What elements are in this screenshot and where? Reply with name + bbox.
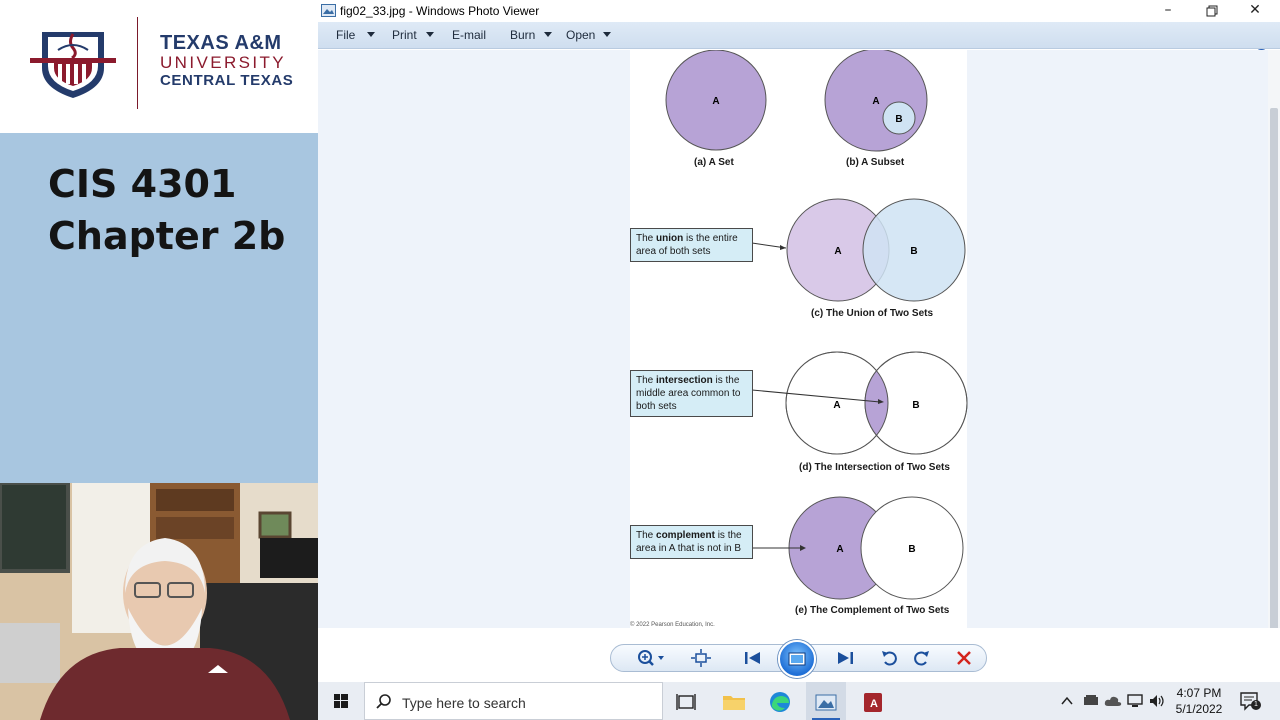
chevron-down-icon[interactable] xyxy=(426,32,434,37)
photo-viewer-taskbar-button[interactable] xyxy=(806,682,846,720)
start-button[interactable] xyxy=(318,682,363,720)
rotate-right-icon[interactable] xyxy=(910,648,932,668)
clock-time: 4:07 PM xyxy=(1176,686,1222,700)
menu-file[interactable]: File xyxy=(336,28,355,42)
presenter-webcam xyxy=(0,483,318,720)
system-clock[interactable]: 4:07 PM 5/1/2022 xyxy=(1170,685,1228,717)
caption-e: (e) The Complement of Two Sets xyxy=(795,605,950,616)
presenter-video-frame xyxy=(0,483,318,720)
cloud-icon[interactable] xyxy=(1104,694,1122,708)
restore-button[interactable] xyxy=(1190,0,1234,22)
photo-viewer-icon xyxy=(815,694,837,711)
label-a: A xyxy=(836,544,843,555)
university-shield-icon xyxy=(30,32,116,98)
menu-open[interactable]: Open xyxy=(566,28,595,42)
windows-logo-icon xyxy=(334,694,348,708)
volume-icon[interactable] xyxy=(1148,693,1166,709)
menu-burn[interactable]: Burn xyxy=(510,28,535,42)
next-icon[interactable] xyxy=(834,648,856,668)
screen: TEXAS A&M UNIVERSITY CENTRAL TEXAS CIS 4… xyxy=(0,0,1280,720)
callout-keyword: union xyxy=(656,233,684,244)
label-b: B xyxy=(895,114,902,125)
actual-size-icon[interactable] xyxy=(690,648,712,668)
window-title: fig02_33.jpg - Windows Photo Viewer xyxy=(340,4,540,18)
access-app-icon[interactable]: A xyxy=(852,685,892,720)
minimize-icon: – xyxy=(1164,2,1172,18)
menu-print[interactable]: Print xyxy=(392,28,417,42)
callout-text: The xyxy=(636,375,657,386)
slide-title: CIS 4301 Chapter 2b xyxy=(48,158,308,262)
label-b: B xyxy=(910,246,917,257)
slide-title-course: CIS 4301 xyxy=(48,162,237,206)
minimize-button[interactable]: – xyxy=(1146,0,1190,22)
photo-viewer-app-icon xyxy=(321,4,336,17)
vertical-scrollbar[interactable] xyxy=(1268,50,1280,656)
action-center-button[interactable]: 1 xyxy=(1238,690,1261,712)
previous-icon[interactable] xyxy=(742,648,764,668)
slideshow-button[interactable] xyxy=(778,640,816,678)
caption-b: (b) A Subset xyxy=(846,157,905,168)
callout-text: The xyxy=(636,530,657,541)
edge-browser-icon[interactable] xyxy=(760,685,800,720)
caption-a: (a) A Set xyxy=(694,157,734,168)
windows-taskbar: Type here to search A 4:07 PM 5/1/2022 1 xyxy=(318,682,1280,720)
zoom-icon[interactable] xyxy=(636,648,666,668)
label-a: A xyxy=(872,96,879,107)
label-a: A xyxy=(833,400,840,411)
callout-text: The xyxy=(636,233,657,244)
label-a: A xyxy=(834,246,841,257)
label-a: A xyxy=(712,96,719,107)
network-icon[interactable] xyxy=(1126,693,1144,709)
image-viewport[interactable]: A A B A B A B A B (a) A Set (b) A Subset… xyxy=(318,50,1280,628)
slide-title-chapter: Chapter 2b xyxy=(48,214,286,258)
svg-text:A: A xyxy=(870,698,878,710)
close-icon: ✕ xyxy=(1249,2,1261,18)
window-titlebar[interactable]: fig02_33.jpg - Windows Photo Viewer – ✕ xyxy=(318,0,1280,22)
intersection-callout: The intersection is the middle area comm… xyxy=(630,370,753,417)
wordmark-line-1: TEXAS A&M xyxy=(160,32,282,54)
label-b: B xyxy=(912,400,919,411)
caption-d: (d) The Intersection of Two Sets xyxy=(799,462,950,473)
task-view-icon[interactable] xyxy=(666,685,706,720)
clock-date: 5/1/2022 xyxy=(1175,702,1223,716)
chevron-down-icon[interactable] xyxy=(603,32,611,37)
photo-viewer-window: fig02_33.jpg - Windows Photo Viewer – ✕ … xyxy=(318,0,1280,682)
chevron-down-icon[interactable] xyxy=(367,32,375,37)
delete-icon[interactable] xyxy=(953,648,975,668)
show-hidden-icons-icon[interactable] xyxy=(1060,692,1074,710)
rotate-left-icon[interactable] xyxy=(879,648,901,668)
logo-divider xyxy=(137,17,138,109)
scrollbar-thumb[interactable] xyxy=(1270,108,1278,656)
callout-keyword: intersection xyxy=(656,375,713,386)
close-button[interactable]: ✕ xyxy=(1233,0,1277,22)
union-callout: The union is the entire area of both set… xyxy=(630,228,753,262)
label-b: B xyxy=(908,544,915,555)
callout-keyword: complement xyxy=(656,530,715,541)
chevron-down-icon[interactable] xyxy=(544,32,552,37)
search-placeholder: Type here to search xyxy=(402,695,526,711)
menu-bar: File Print E-mail Burn Open ? xyxy=(318,22,1280,64)
search-icon xyxy=(376,694,391,709)
university-logo: TEXAS A&M UNIVERSITY CENTRAL TEXAS xyxy=(0,0,318,133)
file-explorer-icon[interactable] xyxy=(714,685,754,720)
slideshow-icon xyxy=(788,652,806,666)
venn-diagrams: A A B A B A B A B xyxy=(665,50,968,600)
wordmark-line-2: UNIVERSITY xyxy=(160,53,287,72)
caption-c: (c) The Union of Two Sets xyxy=(811,308,934,319)
taskbar-search-box[interactable]: Type here to search xyxy=(364,682,663,720)
notification-badge: 1 xyxy=(1251,700,1261,710)
menu-email[interactable]: E-mail xyxy=(452,28,486,42)
wordmark-line-3: CENTRAL TEXAS xyxy=(160,72,294,89)
slide-panel: TEXAS A&M UNIVERSITY CENTRAL TEXAS CIS 4… xyxy=(0,0,318,720)
network-adapter-icon[interactable] xyxy=(1082,693,1100,709)
complement-callout: The complement is the area in A that is … xyxy=(630,525,753,559)
university-wordmark: TEXAS A&M UNIVERSITY CENTRAL TEXAS xyxy=(160,32,294,90)
restore-icon xyxy=(1206,5,1218,17)
